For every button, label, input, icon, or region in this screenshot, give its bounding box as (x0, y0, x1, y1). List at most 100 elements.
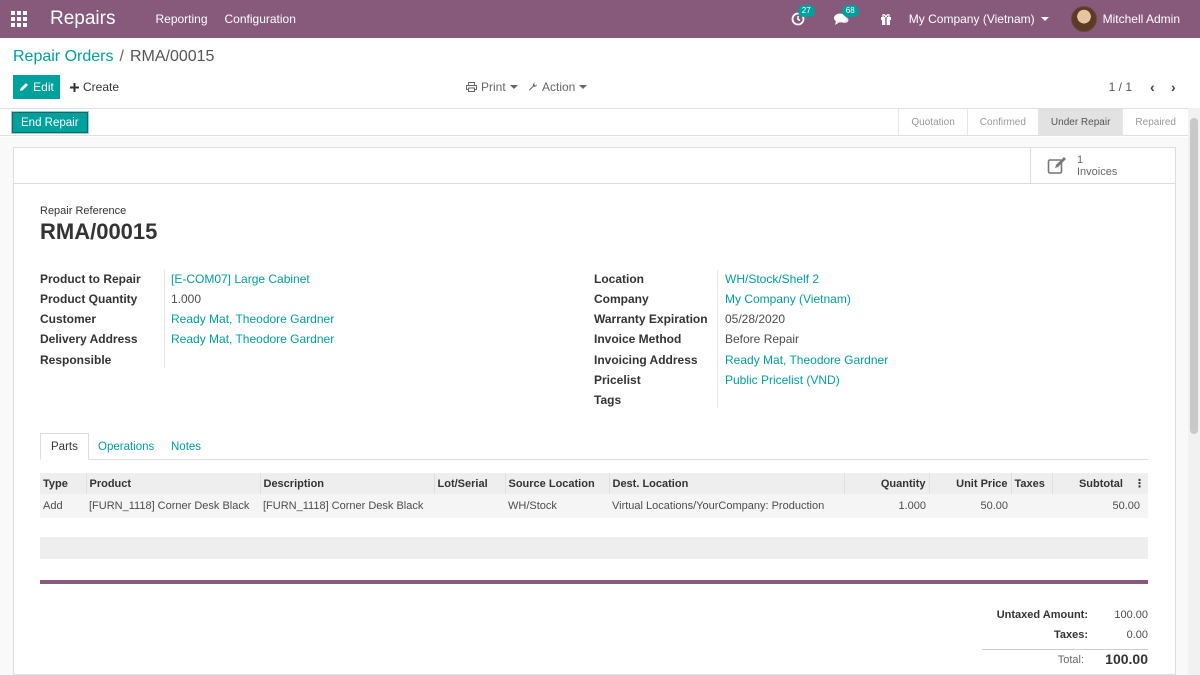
pencil-icon (20, 83, 29, 91)
company-switcher[interactable]: My Company (Vietnam) (909, 12, 1049, 26)
field-label-company: Company (594, 292, 649, 306)
cell-description: [FURN_1118] Corner Desk Black (260, 494, 434, 518)
field-value-invoicing-address[interactable]: Ready Mat, Theodore Gardner (725, 353, 888, 367)
field-label-tags: Tags (594, 393, 622, 407)
field-value-location[interactable]: WH/Stock/Shelf 2 (725, 272, 819, 286)
create-button[interactable]: Create (70, 80, 119, 94)
tab-notes[interactable]: Notes (161, 433, 211, 460)
chevron-right-icon[interactable]: › (1171, 79, 1176, 95)
user-name: Mitchell Admin (1102, 12, 1180, 26)
menu-reporting[interactable]: Reporting (155, 12, 207, 26)
chevron-down-icon (1040, 17, 1049, 21)
pager-value[interactable]: 1 / 1 (1109, 80, 1132, 94)
field-value-invoice-method: Before Repair (725, 332, 800, 346)
cell-lot-serial (434, 494, 505, 518)
chevron-down-icon (579, 85, 588, 89)
chevron-left-icon[interactable]: ‹ (1150, 79, 1155, 95)
end-repair-button[interactable]: End Repair (11, 111, 89, 134)
field-label-delivery-address: Delivery Address (40, 332, 138, 346)
chevron-down-icon (509, 85, 518, 89)
column-header-source-location[interactable]: Source Location (504, 473, 609, 494)
notebook-tabs: Parts Operations Notes (40, 433, 1148, 460)
scrollbar-thumb[interactable] (1190, 118, 1198, 434)
print-dropdown[interactable]: Print (466, 80, 518, 94)
column-header-quantity[interactable]: Quantity (843, 473, 929, 494)
field-value-product[interactable]: [E-COM07] Large Cabinet (171, 272, 310, 286)
divider (40, 580, 1148, 584)
repair-reference-label: Repair Reference (40, 205, 127, 217)
untaxed-amount-label: Untaxed Amount: (996, 609, 1088, 621)
field-value-company[interactable]: My Company (Vietnam) (725, 292, 851, 306)
field-label-location: Location (594, 272, 644, 286)
totals-divider (982, 649, 1148, 650)
column-header-taxes[interactable]: Taxes (1010, 473, 1052, 494)
field-label-invoicing-address: Invoicing Address (594, 353, 698, 367)
field-label-warranty: Warranty Expiration (594, 312, 708, 326)
menu-configuration[interactable]: Configuration (225, 12, 296, 26)
edit-label: Edit (33, 80, 54, 94)
column-header-product[interactable]: Product (85, 473, 260, 494)
cell-taxes (1011, 494, 1052, 518)
field-value-quantity: 1.000 (171, 292, 202, 306)
action-dropdown[interactable]: Action (528, 80, 588, 94)
optional-columns-icon[interactable]: ⋮ (1134, 477, 1145, 490)
app-title[interactable]: Repairs (50, 8, 115, 30)
field-label-responsible: Responsible (40, 353, 112, 367)
invoices-smart-button[interactable]: 1 Invoices (1030, 148, 1175, 184)
field-label-quantity: Product Quantity (40, 292, 138, 306)
field-label-product: Product to Repair (40, 272, 141, 286)
tab-operations[interactable]: Operations (88, 433, 164, 460)
breadcrumb-current: RMA/00015 (129, 48, 215, 65)
main-menu: Reporting Configuration (155, 12, 295, 26)
field-value-pricelist[interactable]: Public Pricelist (VND) (725, 373, 840, 387)
column-header-lot-serial[interactable]: Lot/Serial (433, 473, 505, 494)
taxes-label: Taxes: (1053, 629, 1088, 641)
field-value-customer[interactable]: Ready Mat, Theodore Gardner (171, 312, 334, 326)
stage-pipeline: Quotation Confirmed Under Repair Repaire… (898, 109, 1188, 135)
untaxed-amount-value: 100.00 (1114, 609, 1148, 621)
stage-quotation: Quotation (898, 109, 966, 135)
cell-product: [FURN_1118] Corner Desk Black (86, 494, 260, 518)
button-box: 1 Invoices (14, 148, 1175, 184)
cell-unit-price: 50.00 (929, 494, 1011, 518)
apps-menu-icon[interactable] (0, 0, 38, 38)
field-value-delivery-address[interactable]: Ready Mat, Theodore Gardner (171, 332, 334, 346)
gift-icon[interactable] (877, 10, 895, 28)
form-sheet: 1 Invoices (13, 147, 1176, 675)
avatar (1070, 6, 1097, 32)
field-label-invoice-method: Invoice Method (594, 332, 682, 346)
top-navbar: Repairs Reporting Configuration 27 68 My… (0, 0, 1200, 38)
field-value-warranty: 05/28/2020 (725, 312, 786, 326)
breadcrumb-separator: / (119, 48, 124, 65)
breadcrumb: Repair Orders / RMA/00015 (13, 48, 214, 66)
breadcrumb-repair-orders[interactable]: Repair Orders (13, 48, 113, 66)
column-header-subtotal[interactable]: Subtotal ⋮ (1051, 473, 1148, 494)
column-header-type[interactable]: Type (40, 473, 86, 494)
column-header-unit-price[interactable]: Unit Price (928, 473, 1011, 494)
field-label-pricelist: Pricelist (594, 373, 641, 387)
edit-button[interactable]: Edit (13, 75, 60, 99)
wrench-icon (528, 82, 537, 91)
activity-icon[interactable]: 27 (789, 5, 815, 28)
messages-icon[interactable]: 68 (833, 5, 859, 28)
column-header-description[interactable]: Description (259, 473, 434, 494)
status-bar: End Repair Quotation Confirmed Under Rep… (0, 108, 1188, 136)
user-menu[interactable]: Mitchell Admin (1070, 6, 1180, 32)
column-header-dest-location[interactable]: Dest. Location (608, 473, 844, 494)
field-separator (717, 270, 718, 408)
tab-parts[interactable]: Parts (40, 433, 89, 460)
table-row[interactable]: Add [FURN_1118] Corner Desk Black [FURN_… (40, 494, 1148, 518)
subtotal-header-label: Subtotal (1078, 478, 1123, 490)
field-separator (164, 270, 165, 368)
plus-icon (70, 82, 79, 92)
repair-reference: RMA/00015 (40, 219, 158, 244)
activity-badge: 27 (797, 5, 815, 17)
field-label-customer: Customer (40, 312, 97, 326)
cell-quantity: 1.000 (844, 494, 929, 518)
print-label: Print (481, 80, 506, 94)
table-footer (40, 537, 1148, 559)
cell-subtotal: 50.00 (1052, 494, 1148, 518)
print-icon (466, 82, 477, 92)
edit-document-icon (1047, 157, 1066, 174)
create-label: Create (83, 80, 120, 94)
